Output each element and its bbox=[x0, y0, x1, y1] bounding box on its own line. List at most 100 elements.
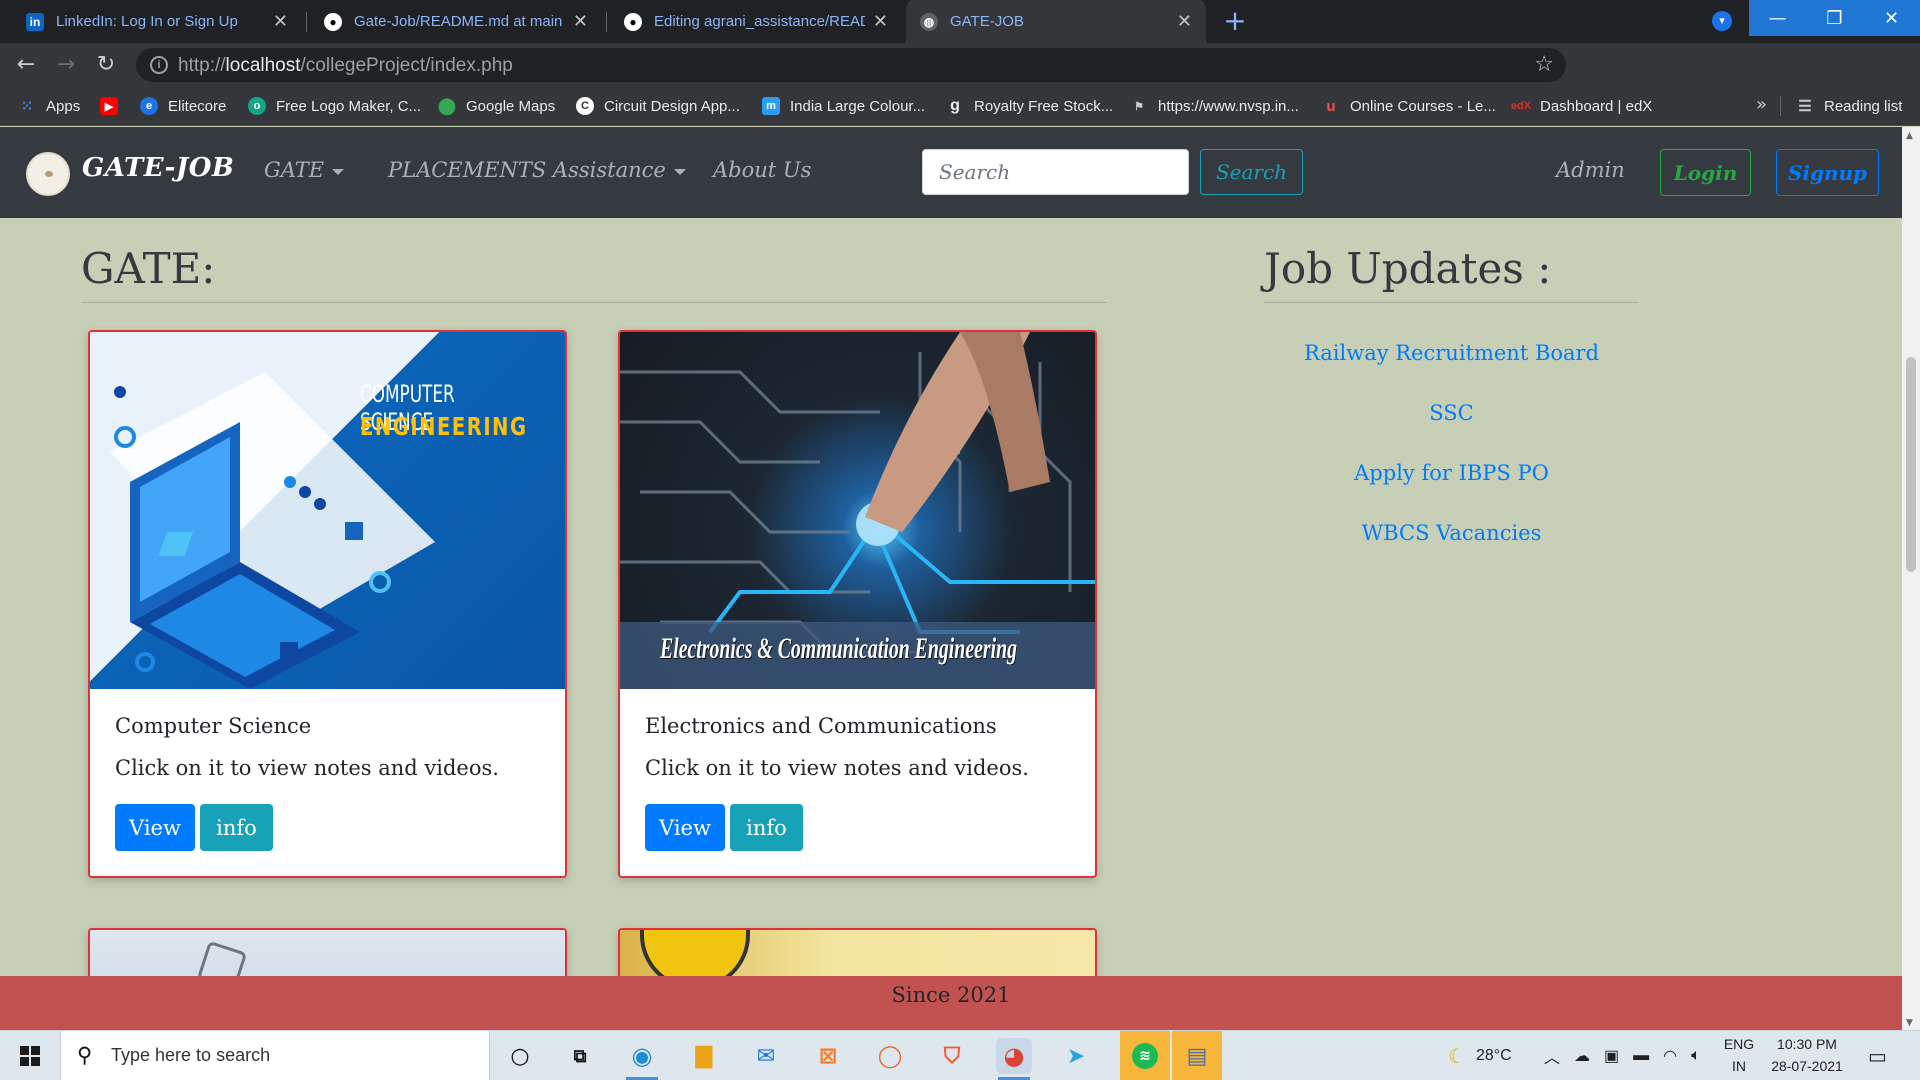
info-button[interactable]: info bbox=[730, 804, 803, 851]
tab-gate-job[interactable]: ◍ GATE-JOB ✕ bbox=[906, 0, 1206, 43]
forward-arrow-icon[interactable]: → bbox=[52, 51, 80, 79]
globe-icon: ◍ bbox=[920, 12, 938, 31]
notifications-icon[interactable]: ▭ bbox=[1868, 1031, 1887, 1080]
computer-science-card-image[interactable]: COMPUTER SCIENCE ENGINEERING bbox=[90, 332, 565, 689]
volume-icon[interactable]: 🔈︎ bbox=[1691, 1047, 1701, 1065]
brave-icon[interactable]: ⛉ bbox=[934, 1038, 970, 1074]
tab-github-readme[interactable]: ● Gate-Job/README.md at main · ✕ bbox=[310, 0, 602, 43]
bookmark-label: Free Logo Maker, C... bbox=[276, 97, 422, 115]
battery-icon[interactable]: ▬ bbox=[1633, 1047, 1649, 1065]
bookmark-apps[interactable]: ⁙ Apps bbox=[18, 86, 81, 126]
gate-card-electronics[interactable]: Electronics & Communication Engineering … bbox=[618, 330, 1097, 878]
bookmark-label: Royalty Free Stock... bbox=[974, 97, 1114, 115]
job-link-railway[interactable]: Railway Recruitment Board bbox=[1264, 341, 1639, 365]
cloud-icon[interactable]: ☁ bbox=[1574, 1046, 1590, 1066]
bookmark-royalty-free[interactable]: g Royalty Free Stock... bbox=[946, 86, 1113, 126]
gate-heading: GATE: bbox=[81, 244, 216, 293]
system-tray-icons: ︿ ☁ ▣ ▬ ◠ 🔈︎ bbox=[1544, 1031, 1701, 1080]
view-button[interactable]: View bbox=[645, 804, 725, 851]
brand-logo[interactable] bbox=[26, 152, 70, 196]
electronics-card-image[interactable]: Electronics & Communication Engineering bbox=[620, 332, 1095, 689]
edge-icon[interactable]: ◉ bbox=[624, 1038, 660, 1080]
reading-list[interactable]: ☰ Reading list bbox=[1796, 86, 1902, 126]
scroll-down-icon[interactable]: ▼ bbox=[1906, 1018, 1913, 1028]
bookmark-india-colour[interactable]: m India Large Colour... bbox=[762, 86, 925, 126]
address-bar[interactable]: i http://localhost/collegeProject/index.… bbox=[136, 48, 1566, 82]
close-icon[interactable]: ✕ bbox=[273, 11, 288, 32]
search-button[interactable]: Search bbox=[1200, 149, 1303, 195]
cortana-icon[interactable]: ○ bbox=[502, 1038, 538, 1074]
notepad-app-tile[interactable]: ▤ bbox=[1172, 1031, 1222, 1080]
gate-card-computer-science[interactable]: COMPUTER SCIENCE ENGINEERING Computer Sc… bbox=[88, 330, 567, 878]
close-window-icon[interactable]: ✕ bbox=[1863, 0, 1920, 36]
bookmark-star-icon[interactable]: ☆ bbox=[1534, 52, 1554, 77]
telegram-icon[interactable]: ➤ bbox=[1058, 1038, 1094, 1074]
info-button[interactable]: info bbox=[200, 804, 273, 851]
tab-divider bbox=[606, 12, 607, 32]
spotify-app-tile[interactable]: ≋ bbox=[1120, 1031, 1170, 1080]
tab-linkedin[interactable]: in LinkedIn: Log In or Sign Up ✕ bbox=[12, 0, 302, 43]
bookmark-google-maps[interactable]: ⬤ Google Maps bbox=[438, 86, 555, 126]
job-link-ssc[interactable]: SSC bbox=[1264, 401, 1639, 425]
wifi-icon[interactable]: ◠ bbox=[1663, 1046, 1677, 1066]
scrollbar-thumb[interactable] bbox=[1906, 357, 1916, 572]
scroll-up-icon[interactable]: ▲ bbox=[1906, 131, 1913, 141]
reload-icon[interactable]: ↻ bbox=[92, 51, 120, 79]
windows-start-icon[interactable] bbox=[20, 1046, 40, 1066]
bookmark-logo-maker[interactable]: o Free Logo Maker, C... bbox=[248, 86, 421, 126]
bookmark-circuit-design[interactable]: C Circuit Design App... bbox=[576, 86, 740, 126]
tab-title: GATE-JOB bbox=[950, 13, 1024, 30]
clock-date[interactable]: 28-07-2021 bbox=[1766, 1058, 1848, 1074]
web-page: GATE-JOB GATE PLACEMENTS Assistance Abou… bbox=[0, 127, 1902, 1030]
mail-icon[interactable]: ✉ bbox=[748, 1038, 784, 1074]
language-bottom[interactable]: IN bbox=[1722, 1058, 1756, 1074]
bookmark-edx[interactable]: edX Dashboard | edX bbox=[1511, 86, 1652, 126]
taskbar-search-box[interactable]: ⚲ Type here to search bbox=[60, 1031, 490, 1080]
site-info-icon[interactable]: i bbox=[150, 56, 168, 74]
job-link-ibps[interactable]: Apply for IBPS PO bbox=[1264, 461, 1639, 485]
youtube-icon: ▶ bbox=[100, 97, 118, 115]
minimize-icon[interactable]: — bbox=[1749, 0, 1806, 36]
m-logo-icon: m bbox=[762, 97, 780, 115]
more-bookmarks-icon[interactable]: » bbox=[1756, 94, 1767, 115]
tab-search-icon[interactable]: ▾ bbox=[1712, 11, 1732, 31]
nav-placements-dropdown[interactable]: PLACEMENTS Assistance bbox=[388, 158, 686, 182]
tab-editing-readme[interactable]: ● Editing agrani_assistance/README ✕ bbox=[610, 0, 902, 43]
restore-icon[interactable]: ❐ bbox=[1806, 0, 1863, 36]
brand-name[interactable]: GATE-JOB bbox=[82, 153, 234, 183]
linkedin-icon: in bbox=[26, 12, 44, 31]
back-arrow-icon[interactable]: ← bbox=[12, 51, 40, 79]
url-text[interactable]: http://localhost/collegeProject/index.ph… bbox=[178, 55, 513, 77]
language-top[interactable]: ENG bbox=[1722, 1036, 1756, 1052]
bookmark-udemy[interactable]: u Online Courses - Le... bbox=[1322, 86, 1496, 126]
admin-link[interactable]: Admin bbox=[1556, 158, 1625, 182]
xampp-icon[interactable]: ⊠ bbox=[810, 1038, 846, 1074]
maps-pin-icon: ⬤ bbox=[438, 98, 456, 115]
search-input[interactable] bbox=[922, 149, 1189, 195]
new-tab-button[interactable]: + bbox=[1220, 6, 1250, 36]
task-view-icon[interactable]: ⧉ bbox=[562, 1038, 598, 1074]
login-button[interactable]: Login bbox=[1660, 149, 1751, 196]
clock-time[interactable]: 10:30 PM bbox=[1766, 1036, 1848, 1052]
chevron-up-icon[interactable]: ︿ bbox=[1544, 1044, 1560, 1068]
nav-about-us[interactable]: About Us bbox=[713, 158, 811, 182]
bookmark-label: Apps bbox=[46, 97, 81, 115]
view-button[interactable]: View bbox=[115, 804, 195, 851]
page-scrollbar[interactable]: ▲ ▼ bbox=[1902, 127, 1920, 1030]
nvsp-icon: ⚑ bbox=[1134, 100, 1144, 113]
signup-button[interactable]: Signup bbox=[1776, 149, 1879, 196]
close-icon[interactable]: ✕ bbox=[873, 11, 888, 32]
job-link-wbcs[interactable]: WBCS Vacancies bbox=[1264, 521, 1639, 545]
nav-gate-dropdown[interactable]: GATE bbox=[264, 158, 345, 182]
file-explorer-icon[interactable]: ▇ bbox=[686, 1038, 722, 1074]
bookmark-elitecore[interactable]: e Elitecore bbox=[140, 86, 226, 126]
close-icon[interactable]: ✕ bbox=[1177, 11, 1192, 32]
browser-tab-strip: in LinkedIn: Log In or Sign Up ✕ ● Gate-… bbox=[0, 0, 1920, 43]
weather-widget[interactable]: ☾ 28°C bbox=[1448, 1031, 1512, 1080]
close-icon[interactable]: ✕ bbox=[573, 11, 588, 32]
chrome-icon[interactable]: ◕ bbox=[996, 1038, 1032, 1080]
bookmark-youtube[interactable]: ▶ bbox=[100, 86, 128, 126]
device-icon[interactable]: ▣ bbox=[1604, 1046, 1619, 1066]
jupyter-icon[interactable]: ◯ bbox=[872, 1038, 908, 1074]
bookmark-nvsp[interactable]: ⚑ https://www.nvsp.in... bbox=[1130, 86, 1299, 126]
